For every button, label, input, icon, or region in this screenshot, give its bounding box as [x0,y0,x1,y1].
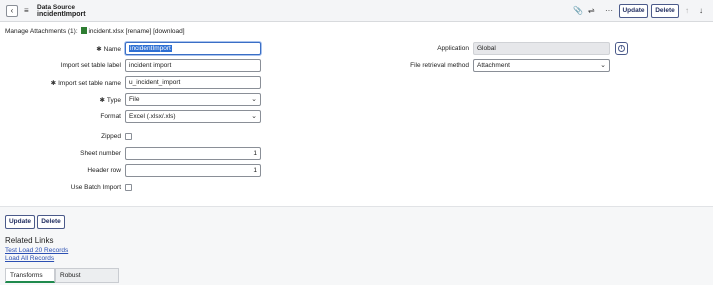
chevron-down-icon: ⌄ [600,62,606,69]
sheet-number-label: Sheet number [80,150,121,157]
footer-update-button[interactable]: Update [5,215,35,229]
zipped-label: Zipped [101,133,121,140]
attachment-actions[interactable]: [rename] [download] [126,28,185,35]
attachment-file-link[interactable]: incident.xlsx [88,28,123,35]
arrow-down-icon[interactable]: ↓ [699,6,703,15]
application-field: Global [473,42,610,55]
related-links-title: Related Links [5,236,54,245]
import-set-table-label-field[interactable]: incident import [125,59,261,72]
required-icon: ✱ [96,46,102,53]
type-label: ✱ Type [99,97,121,104]
table-name: Data Source [37,4,75,11]
activity-settings-icon[interactable]: ⇌ [588,6,595,15]
name-value: incidentImport [129,45,172,52]
use-batch-import-checkbox[interactable] [125,184,132,191]
paperclip-icon[interactable]: 📎 [573,6,583,15]
file-retrieval-method-select[interactable]: Attachment ⌄ [473,59,610,72]
name-label: ✱ Name [96,46,121,53]
use-batch-import-label: Use Batch Import [70,184,121,191]
chevron-down-icon: ⌄ [251,96,257,103]
arrow-up-icon[interactable]: ↑ [685,6,689,15]
import-set-table-label-label: Import set table label [60,62,121,69]
chevron-down-icon: ⌄ [251,113,257,120]
import-set-table-name-field[interactable]: u_incident_import [125,76,261,89]
format-value: Excel (.xlsx/.xls) [129,113,176,120]
update-button[interactable]: Update [619,4,648,18]
required-icon: ✱ [50,80,57,87]
record-name: incidentImport [37,11,86,18]
required-icon: ✱ [99,97,105,104]
attachments-label: Manage Attachments (1): [5,28,78,35]
format-select[interactable]: Excel (.xlsx/.xls) ⌄ [125,110,261,123]
import-set-table-name-label: ✱ Import set table name [50,80,121,87]
format-label: Format [100,113,121,120]
info-icon: i [618,45,625,52]
name-field[interactable]: incidentImport [125,42,261,55]
file-retrieval-value: Attachment [477,62,510,69]
back-button[interactable]: ‹ [6,5,18,17]
type-value: File [129,96,140,103]
load-all-records-link[interactable]: Load All Records [5,255,54,262]
delete-button[interactable]: Delete [651,4,679,18]
type-select[interactable]: File ⌄ [125,93,261,106]
zipped-checkbox[interactable] [125,133,132,140]
hamburger-menu-icon[interactable]: ≡ [24,6,29,15]
manage-attachments: Manage Attachments (1): incident.xlsx [r… [5,27,185,35]
application-label: Application [437,45,469,52]
more-options-icon[interactable]: ··· [605,6,613,15]
header-row-label: Header row [87,167,121,174]
tab-robust-transformer[interactable]: Robust Transformer [55,268,119,283]
sheet-number-field[interactable]: 1 [125,147,261,160]
excel-file-icon [81,27,88,34]
form-header: ‹ ≡ Data Source incidentImport 📎 ⇌ ··· U… [0,0,713,22]
file-retrieval-method-label: File retrieval method [410,62,469,69]
header-row-field[interactable]: 1 [125,164,261,177]
chevron-left-icon: ‹ [10,6,14,15]
tab-transforms[interactable]: Transforms (1) [5,268,55,283]
test-load-link[interactable]: Test Load 20 Records [5,247,68,254]
record-title: Data Source incidentImport [37,4,86,18]
footer-delete-button[interactable]: Delete [37,215,65,229]
application-info-button[interactable]: i [615,42,628,55]
